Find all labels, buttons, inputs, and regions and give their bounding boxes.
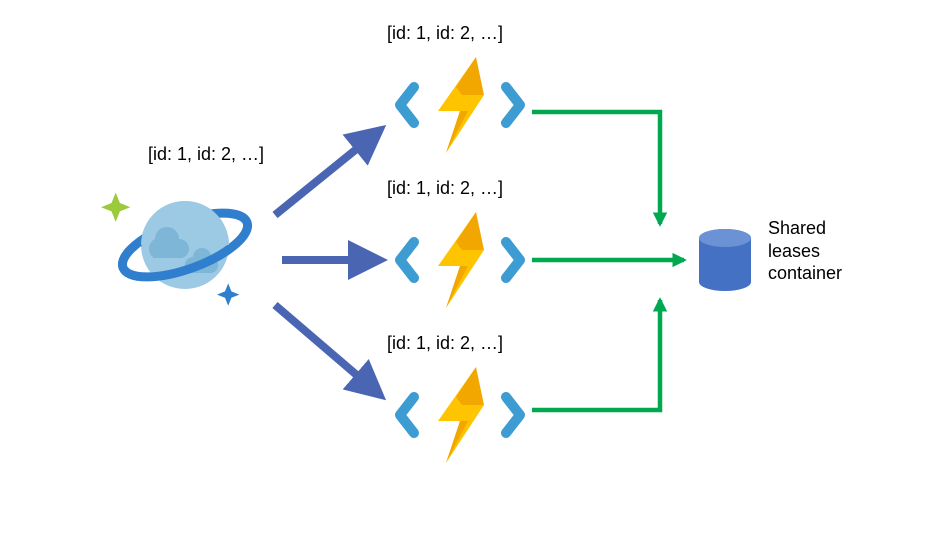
arrow-source-to-func-1 bbox=[275, 130, 380, 215]
arrow-func-1-to-db bbox=[532, 112, 660, 224]
cosmos-db-icon bbox=[101, 193, 255, 306]
arrow-source-to-func-3 bbox=[275, 305, 380, 395]
diagram-canvas bbox=[0, 0, 950, 534]
database-icon bbox=[699, 229, 751, 291]
azure-function-icon-3 bbox=[400, 367, 520, 463]
diagram-stage: [id: 1, id: 2, …] [id: 1, id: 2, …] [id:… bbox=[0, 0, 950, 534]
azure-function-icon-1 bbox=[400, 57, 520, 153]
azure-function-icon-2 bbox=[400, 212, 520, 308]
arrow-func-3-to-db bbox=[532, 300, 660, 410]
